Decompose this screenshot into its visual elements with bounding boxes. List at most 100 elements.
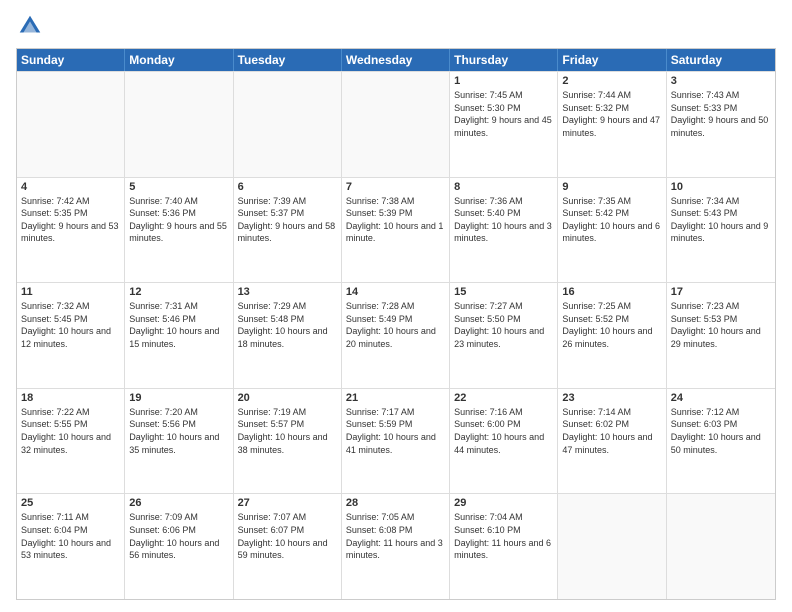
calendar-cell: 13 Sunrise: 7:29 AMSunset: 5:48 PMDayligh…: [234, 283, 342, 388]
cell-day-number: 8: [454, 181, 553, 193]
cell-day-number: 23: [562, 392, 661, 404]
calendar-body: 1Sunrise: 7:45 AMSunset: 5:30 PMDaylight…: [17, 71, 775, 599]
calendar-row: 11 Sunrise: 7:32 AMSunset: 5:45 PMDayligh…: [17, 282, 775, 388]
page-header: [16, 12, 776, 40]
cell-day-number: 26: [129, 497, 228, 509]
calendar-cell: 25 Sunrise: 7:11 AMSunset: 6:04 PMDayligh…: [17, 494, 125, 599]
cell-info: Sunrise: 7:11 AMSunset: 6:04 PMDaylight:…: [21, 511, 120, 561]
cell-day-number: 7: [346, 181, 445, 193]
calendar-header-cell: Saturday: [667, 49, 775, 71]
calendar-cell: 1Sunrise: 7:45 AMSunset: 5:30 PMDaylight…: [450, 72, 558, 177]
calendar-row: 18 Sunrise: 7:22 AMSunset: 5:55 PMDayligh…: [17, 388, 775, 494]
calendar-cell: 5 Sunrise: 7:40 AMSunset: 5:36 PMDaylight…: [125, 178, 233, 283]
logo: [16, 12, 48, 40]
cell-day-number: 17: [671, 286, 771, 298]
calendar-cell: 17 Sunrise: 7:23 AMSunset: 5:53 PMDayligh…: [667, 283, 775, 388]
cell-day-number: 11: [21, 286, 120, 298]
calendar-cell: 28 Sunrise: 7:05 AMSunset: 6:08 PMDayligh…: [342, 494, 450, 599]
cell-info: Sunrise: 7:38 AMSunset: 5:39 PMDaylight:…: [346, 195, 445, 245]
calendar-cell: 3 Sunrise: 7:43 AMSunset: 5:33 PMDaylight…: [667, 72, 775, 177]
calendar-cell: 12 Sunrise: 7:31 AMSunset: 5:46 PMDayligh…: [125, 283, 233, 388]
calendar-header-cell: Wednesday: [342, 49, 450, 71]
cell-day-number: 28: [346, 497, 445, 509]
cell-info: Sunrise: 7:23 AMSunset: 5:53 PMDaylight:…: [671, 300, 771, 350]
cell-info: Sunrise: 7:12 AMSunset: 6:03 PMDaylight:…: [671, 406, 771, 456]
cell-info: Sunrise: 7:20 AMSunset: 5:56 PMDaylight:…: [129, 406, 228, 456]
cell-day-number: 5: [129, 181, 228, 193]
cell-info: Sunrise: 7:31 AMSunset: 5:46 PMDaylight:…: [129, 300, 228, 350]
cell-day-number: 24: [671, 392, 771, 404]
cell-day-number: 20: [238, 392, 337, 404]
logo-icon: [16, 12, 44, 40]
calendar-cell: 16 Sunrise: 7:25 AMSunset: 5:52 PMDayligh…: [558, 283, 666, 388]
cell-info: Sunrise: 7:22 AMSunset: 5:55 PMDaylight:…: [21, 406, 120, 456]
cell-day-number: 6: [238, 181, 337, 193]
cell-day-number: 14: [346, 286, 445, 298]
calendar-cell: 8Sunrise: 7:36 AMSunset: 5:40 PMDaylight…: [450, 178, 558, 283]
calendar-cell: 22 Sunrise: 7:16 AMSunset: 6:00 PMDayligh…: [450, 389, 558, 494]
cell-day-number: 15: [454, 286, 553, 298]
cell-info: Sunrise: 7:45 AMSunset: 5:30 PMDaylight:…: [454, 89, 553, 139]
cell-day-number: 2: [562, 75, 661, 87]
calendar-header-cell: Monday: [125, 49, 233, 71]
calendar-header-cell: Tuesday: [234, 49, 342, 71]
cell-info: Sunrise: 7:32 AMSunset: 5:45 PMDaylight:…: [21, 300, 120, 350]
cell-info: Sunrise: 7:05 AMSunset: 6:08 PMDaylight:…: [346, 511, 445, 561]
calendar-cell: 20 Sunrise: 7:19 AMSunset: 5:57 PMDayligh…: [234, 389, 342, 494]
cell-day-number: 10: [671, 181, 771, 193]
calendar-header-cell: Sunday: [17, 49, 125, 71]
cell-info: Sunrise: 7:19 AMSunset: 5:57 PMDaylight:…: [238, 406, 337, 456]
cell-info: Sunrise: 7:14 AMSunset: 6:02 PMDaylight:…: [562, 406, 661, 456]
cell-day-number: 18: [21, 392, 120, 404]
cell-info: Sunrise: 7:29 AMSunset: 5:48 PMDaylight:…: [238, 300, 337, 350]
calendar-cell: 15Sunrise: 7:27 AMSunset: 5:50 PMDayligh…: [450, 283, 558, 388]
cell-day-number: 9: [562, 181, 661, 193]
cell-info: Sunrise: 7:40 AMSunset: 5:36 PMDaylight:…: [129, 195, 228, 245]
page: SundayMondayTuesdayWednesdayThursdayFrid…: [0, 0, 792, 612]
calendar-cell: [234, 72, 342, 177]
calendar-cell: [125, 72, 233, 177]
calendar-cell: 27 Sunrise: 7:07 AMSunset: 6:07 PMDayligh…: [234, 494, 342, 599]
calendar-cell: 9 Sunrise: 7:35 AMSunset: 5:42 PMDaylight…: [558, 178, 666, 283]
cell-info: Sunrise: 7:35 AMSunset: 5:42 PMDaylight:…: [562, 195, 661, 245]
calendar-cell: 18 Sunrise: 7:22 AMSunset: 5:55 PMDayligh…: [17, 389, 125, 494]
cell-day-number: 16: [562, 286, 661, 298]
cell-info: Sunrise: 7:07 AMSunset: 6:07 PMDaylight:…: [238, 511, 337, 561]
cell-info: Sunrise: 7:16 AMSunset: 6:00 PMDaylight:…: [454, 406, 553, 456]
calendar-cell: 6 Sunrise: 7:39 AMSunset: 5:37 PMDaylight…: [234, 178, 342, 283]
calendar-row: 1Sunrise: 7:45 AMSunset: 5:30 PMDaylight…: [17, 71, 775, 177]
cell-day-number: 3: [671, 75, 771, 87]
cell-info: Sunrise: 7:34 AMSunset: 5:43 PMDaylight:…: [671, 195, 771, 245]
cell-day-number: 29: [454, 497, 553, 509]
calendar-cell: 7 Sunrise: 7:38 AMSunset: 5:39 PMDaylight…: [342, 178, 450, 283]
cell-day-number: 22: [454, 392, 553, 404]
calendar-cell: 21 Sunrise: 7:17 AMSunset: 5:59 PMDayligh…: [342, 389, 450, 494]
calendar-row: 4Sunrise: 7:42 AMSunset: 5:35 PMDaylight…: [17, 177, 775, 283]
calendar-cell: 29Sunrise: 7:04 AMSunset: 6:10 PMDayligh…: [450, 494, 558, 599]
calendar-header-cell: Friday: [558, 49, 666, 71]
cell-day-number: 12: [129, 286, 228, 298]
cell-info: Sunrise: 7:25 AMSunset: 5:52 PMDaylight:…: [562, 300, 661, 350]
cell-day-number: 21: [346, 392, 445, 404]
cell-day-number: 25: [21, 497, 120, 509]
calendar-row: 25 Sunrise: 7:11 AMSunset: 6:04 PMDayligh…: [17, 493, 775, 599]
cell-day-number: 27: [238, 497, 337, 509]
cell-info: Sunrise: 7:28 AMSunset: 5:49 PMDaylight:…: [346, 300, 445, 350]
cell-info: Sunrise: 7:44 AMSunset: 5:32 PMDaylight:…: [562, 89, 661, 139]
cell-info: Sunrise: 7:39 AMSunset: 5:37 PMDaylight:…: [238, 195, 337, 245]
cell-day-number: 4: [21, 181, 120, 193]
calendar-cell: 26 Sunrise: 7:09 AMSunset: 6:06 PMDayligh…: [125, 494, 233, 599]
cell-info: Sunrise: 7:43 AMSunset: 5:33 PMDaylight:…: [671, 89, 771, 139]
cell-info: Sunrise: 7:09 AMSunset: 6:06 PMDaylight:…: [129, 511, 228, 561]
cell-day-number: 19: [129, 392, 228, 404]
calendar-cell: 24 Sunrise: 7:12 AMSunset: 6:03 PMDayligh…: [667, 389, 775, 494]
calendar-cell: 10 Sunrise: 7:34 AMSunset: 5:43 PMDayligh…: [667, 178, 775, 283]
calendar-header-cell: Thursday: [450, 49, 558, 71]
cell-info: Sunrise: 7:17 AMSunset: 5:59 PMDaylight:…: [346, 406, 445, 456]
calendar-cell: 11 Sunrise: 7:32 AMSunset: 5:45 PMDayligh…: [17, 283, 125, 388]
calendar-cell: [667, 494, 775, 599]
calendar-cell: [342, 72, 450, 177]
calendar-cell: [17, 72, 125, 177]
cell-day-number: 13: [238, 286, 337, 298]
calendar-cell: [558, 494, 666, 599]
